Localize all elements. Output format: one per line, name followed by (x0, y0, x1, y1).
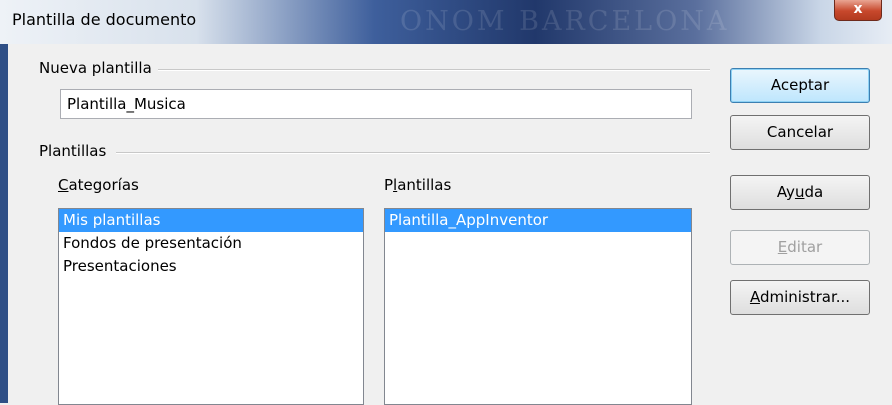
cancel-button[interactable]: Cancelar (730, 115, 870, 150)
templates-list[interactable]: Plantilla_AppInventor (384, 208, 692, 405)
title-bar: ONOM BARCELONA Plantilla de documento x (0, 0, 892, 44)
categories-list[interactable]: Mis plantillas Fondos de presentación Pr… (58, 208, 364, 405)
templates-separator (116, 152, 710, 154)
edit-button-label-post: ditar (787, 238, 823, 256)
categories-label-mnemonic: C (58, 176, 69, 194)
templates-list-label-pre: P (384, 176, 394, 194)
window-title: Plantilla de documento (12, 10, 197, 29)
help-button-label-post: da (804, 183, 824, 201)
templates-group-label: Plantillas (39, 142, 113, 160)
category-item-fondos-de-presentacion[interactable]: Fondos de presentación (59, 232, 363, 255)
ok-button[interactable]: Aceptar (730, 68, 870, 103)
manage-button-mnemonic: A (749, 288, 760, 306)
new-template-group-label: Nueva plantilla (39, 59, 158, 77)
template-name-input[interactable]: Plantilla_Musica (60, 89, 692, 119)
close-button[interactable]: x (834, 0, 882, 21)
close-icon: x (853, 1, 863, 17)
templates-list-label-post: antillas (397, 176, 452, 194)
templates-list-label: Plantillas (384, 176, 458, 194)
edit-button: Editar (730, 230, 870, 265)
help-button[interactable]: Ayuda (730, 175, 870, 210)
manage-button-label-post: dministrar... (759, 288, 851, 306)
manage-button[interactable]: Administrar... (730, 280, 870, 315)
category-item-mis-plantillas[interactable]: Mis plantillas (59, 209, 363, 232)
dialog-body: Nueva plantilla Plantilla_Musica Plantil… (8, 44, 892, 405)
window-left-border (0, 44, 8, 403)
template-item-appinventor[interactable]: Plantilla_AppInventor (385, 209, 691, 232)
new-template-separator (158, 69, 710, 71)
categories-label-post: ategorías (68, 176, 139, 194)
title-bar-background-text: ONOM BARCELONA (400, 6, 730, 37)
category-item-presentaciones[interactable]: Presentaciones (59, 255, 363, 278)
edit-button-mnemonic: E (777, 238, 788, 256)
categories-label: Categorías (58, 176, 145, 194)
help-button-label-pre: Ay (776, 183, 795, 201)
